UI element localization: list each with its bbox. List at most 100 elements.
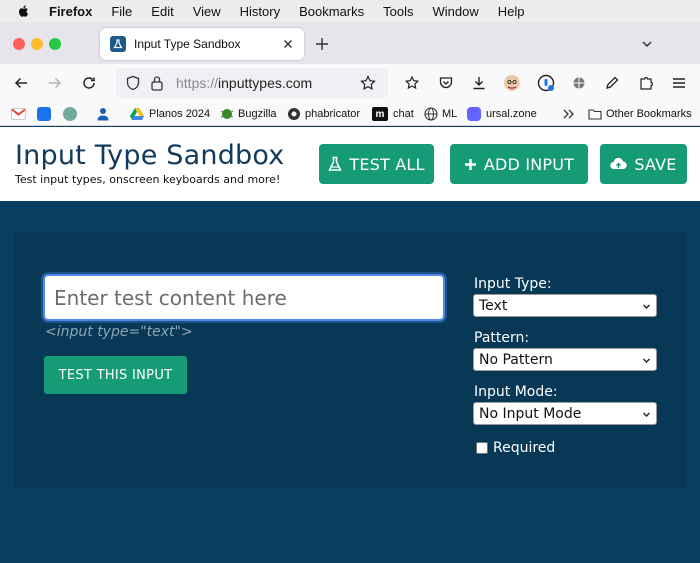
person-icon: [97, 108, 109, 121]
input-type-select[interactable]: Text: [473, 294, 657, 317]
shield-icon[interactable]: [125, 75, 141, 91]
menu-view[interactable]: View: [193, 4, 221, 19]
password-manager-icon[interactable]: [537, 74, 555, 92]
other-bookmarks-folder[interactable]: Other Bookmarks: [588, 106, 692, 122]
pattern-select[interactable]: No Pattern: [473, 348, 657, 371]
extension-bug-icon[interactable]: [570, 74, 588, 92]
apple-icon[interactable]: [17, 4, 31, 18]
bookmark-bugzilla-label: Bugzilla: [238, 108, 277, 120]
save-label: SAVE: [634, 154, 677, 174]
folder-icon: [588, 109, 602, 120]
browser-tab-active[interactable]: Input Type Sandbox: [100, 28, 304, 60]
bookmark-ml[interactable]: ML: [424, 106, 457, 122]
input-type-selected-value: Text: [479, 297, 508, 314]
profile-avatar-icon[interactable]: [503, 74, 521, 92]
input-type-code-caption: <input type="text">: [45, 324, 193, 340]
window-close-button[interactable]: [13, 38, 25, 50]
gmail-icon: [11, 108, 26, 120]
download-icon[interactable]: [470, 74, 488, 92]
hamburger-menu-icon[interactable]: [670, 74, 688, 92]
required-checkbox-row[interactable]: Required: [476, 440, 555, 456]
chevron-down-icon: [643, 358, 650, 363]
menu-edit[interactable]: Edit: [151, 4, 173, 19]
bookmark-bugzilla[interactable]: Bugzilla: [220, 106, 277, 122]
page-title: Input Type Sandbox: [15, 140, 285, 171]
input-type-label: Input Type:: [474, 276, 552, 292]
lock-icon[interactable]: [150, 75, 164, 91]
menu-tools[interactable]: Tools: [383, 4, 413, 19]
forward-arrow-icon[interactable]: [46, 74, 64, 92]
window-minimize-button[interactable]: [31, 38, 43, 50]
menu-window[interactable]: Window: [433, 4, 479, 19]
matrix-icon: m: [372, 107, 388, 121]
chevron-down-icon: [643, 412, 650, 417]
test-this-input-button[interactable]: TEST THIS INPUT: [44, 356, 187, 394]
add-input-button[interactable]: ADD INPUT: [450, 144, 588, 184]
pen-icon[interactable]: [603, 74, 621, 92]
pattern-selected-value: No Pattern: [479, 351, 553, 368]
pattern-label: Pattern:: [474, 330, 530, 346]
bookmark-planos[interactable]: Planos 2024: [130, 106, 210, 122]
bookmark-star-icon[interactable]: [359, 74, 377, 92]
menu-help[interactable]: Help: [498, 4, 525, 19]
bookmark-phabricator[interactable]: phabricator: [287, 106, 360, 122]
menu-app-firefox[interactable]: Firefox: [49, 4, 92, 19]
url-scheme: https://: [176, 75, 219, 91]
url-text[interactable]: https://inputtypes.com: [176, 75, 312, 91]
macos-menu-bar: Firefox File Edit View History Bookmarks…: [0, 0, 700, 22]
input-mode-select[interactable]: No Input Mode: [473, 402, 657, 425]
address-bar[interactable]: https://inputtypes.com: [116, 68, 388, 98]
plus-icon: [464, 158, 476, 170]
bugzilla-icon: [220, 109, 234, 119]
tab-strip: Input Type Sandbox: [0, 22, 700, 64]
pocket-icon[interactable]: [437, 74, 455, 92]
tab-close-icon[interactable]: [280, 36, 296, 52]
menu-history[interactable]: History: [240, 4, 280, 19]
other-bookmarks-label: Other Bookmarks: [606, 108, 692, 120]
save-button[interactable]: SAVE: [600, 144, 687, 184]
bookmark-ml-label: ML: [442, 108, 458, 120]
bookmark-ursal-zone[interactable]: ursal.zone: [467, 106, 537, 122]
required-label: Required: [493, 440, 556, 456]
test-input-placeholder: Enter test content here: [54, 285, 287, 310]
cloud-upload-icon: [610, 157, 628, 170]
reload-icon[interactable]: [80, 74, 98, 92]
tab-list-chevron-icon[interactable]: [640, 37, 654, 51]
flask-favicon-icon: [110, 36, 126, 52]
person-bookmark[interactable]: [96, 106, 110, 122]
test-content-input[interactable]: Enter test content here: [43, 274, 445, 321]
bookmarks-star-list-icon[interactable]: [403, 74, 421, 92]
extensions-puzzle-icon[interactable]: [637, 74, 655, 92]
site-header: Input Type Sandbox Test input types, ons…: [0, 127, 700, 201]
chevron-down-icon: [643, 304, 650, 309]
bookmark-planos-label: Planos 2024: [149, 108, 211, 120]
window-zoom-button[interactable]: [49, 38, 61, 50]
bookmarks-overflow-chevron[interactable]: [562, 106, 576, 122]
gmail-bookmark[interactable]: [11, 106, 26, 122]
bookmark-chat-label: chat: [393, 108, 414, 120]
menu-file[interactable]: File: [111, 4, 132, 19]
new-tab-plus-icon[interactable]: [314, 36, 330, 52]
back-arrow-icon[interactable]: [12, 74, 30, 92]
add-input-label: ADD INPUT: [483, 154, 575, 174]
tab-title: Input Type Sandbox: [134, 37, 241, 51]
menu-bookmarks[interactable]: Bookmarks: [299, 4, 364, 19]
input-mode-selected-value: No Input Mode: [479, 405, 582, 422]
test-all-button[interactable]: TEST ALL: [319, 144, 434, 184]
test-all-label: TEST ALL: [349, 154, 425, 174]
bookmark-chat[interactable]: m chat: [372, 106, 414, 122]
double-chevron-icon: [563, 109, 574, 119]
required-checkbox[interactable]: [476, 442, 488, 454]
mastodon-icon: [467, 107, 481, 121]
globe-icon: [424, 107, 438, 121]
bookmark-ursal-label: ursal.zone: [486, 108, 537, 120]
flask-icon: [328, 156, 343, 171]
calendar-bookmark[interactable]: [37, 106, 56, 122]
bookmarks-toolbar: Planos 2024 Bugzilla phabricator m chat M…: [0, 102, 700, 126]
chatgpt-bookmark[interactable]: [63, 106, 82, 122]
phabricator-icon: [288, 108, 300, 120]
bookmark-phabricator-label: phabricator: [305, 108, 361, 120]
google-drive-icon: [130, 108, 144, 120]
navigation-toolbar: https://inputtypes.com: [0, 64, 700, 102]
input-mode-label: Input Mode:: [474, 384, 558, 400]
